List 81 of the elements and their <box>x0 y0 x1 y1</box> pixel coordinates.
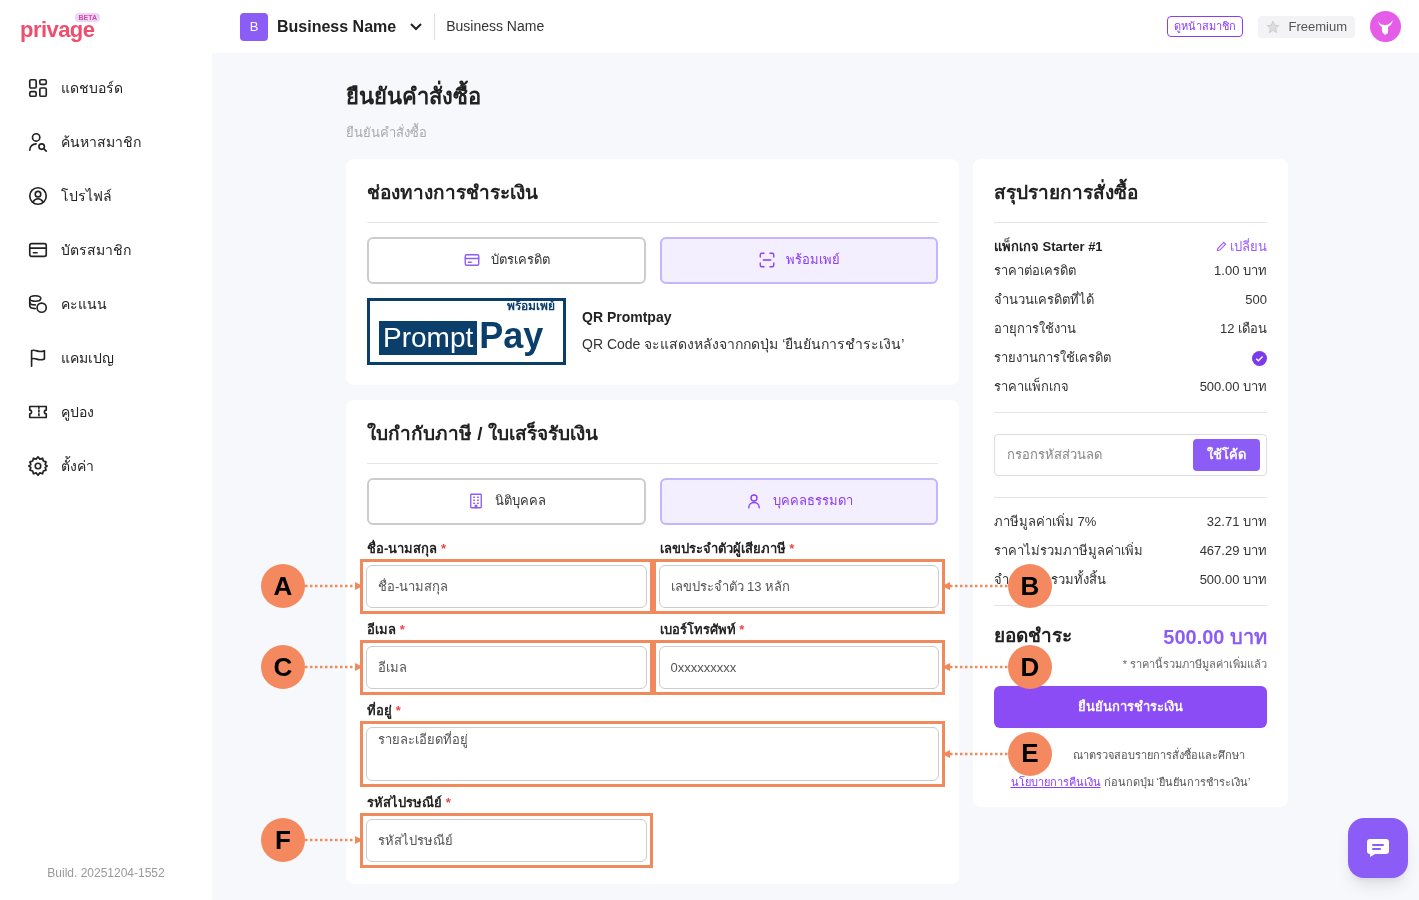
sidebar-item[interactable]: คูปอง <box>0 385 212 439</box>
vat-note: * ราคานี้รวมภาษีมูลค่าเพิ่มแล้ว <box>1122 655 1267 672</box>
refund-policy-note: นโยบายการคืนเงิน ก่อนกดปุ่ม ‘ยืนยันการชำระเงิน’ <box>1010 775 1251 791</box>
field-label: ที่อยู่ * <box>367 700 402 721</box>
summary-label: รวมทั้งสิ้น <box>1051 570 1106 590</box>
sidebar-item[interactable]: ค้นหาสมาชิก <box>0 115 212 169</box>
refund-policy-note: ณาตรวจสอบรายการสั่งซื้อและศึกษา <box>1072 746 1245 763</box>
sidebar-item[interactable]: โปรไฟล์ <box>0 169 212 223</box>
total-amount: 500.00 บาท <box>1163 624 1267 650</box>
field-label: ชื่อ-นามสกุล * <box>367 538 447 559</box>
gear-icon <box>27 455 49 477</box>
sidebar-item[interactable]: แดชบอร์ด <box>0 61 212 115</box>
summary-label: ราคาต่อเครดิต <box>994 262 1076 281</box>
summary-value: 12 เดือน <box>1219 320 1267 339</box>
coupon-field[interactable]: กรอกรหัสส่วนลด ใช้โค้ด <box>994 433 1267 476</box>
section-title: สรุปรายการสั่งซื้อ <box>994 178 1267 223</box>
sidebar-item[interactable]: ตั้งค่า <box>0 439 212 493</box>
coins-icon <box>27 293 49 315</box>
summary-label: ราคาแพ็กเกจ <box>994 377 1069 397</box>
breadcrumb: ยืนยันคำสั่งซื้อ <box>346 123 428 142</box>
check-icon <box>1252 350 1267 366</box>
card-icon <box>462 251 481 269</box>
option-tab[interactable]: พร้อมเพย์ <box>659 236 938 284</box>
annotation-badge: F <box>261 818 305 862</box>
annotation-badge: A <box>261 564 305 608</box>
member-page-button[interactable]: ดูหน้าสมาชิก <box>1167 16 1244 37</box>
profile-icon <box>27 185 49 207</box>
package-name: แพ็กเกจ Starter #1 <box>994 236 1103 256</box>
address-field[interactable]: รายละเอียดที่อยู่ <box>366 726 939 781</box>
payment-method-note: QR Code จะแสดงหลังจากกดปุ่ม ‘ยืนยันการชำระเงิน’ <box>582 335 905 355</box>
summary-label: อายุการใช้งาน <box>994 320 1076 339</box>
page-title: ยืนยันคำสั่งซื้อ <box>346 81 1419 113</box>
sidebar-item[interactable]: คะแนน <box>0 277 212 331</box>
star-icon <box>1266 19 1281 34</box>
summary-value: 500.00 บาท <box>1199 378 1267 397</box>
section-title: ใบกำกับภาษี / ใบเสร็จรับเงิน <box>367 419 938 464</box>
change-link[interactable]: เปลี่ยน <box>1216 236 1267 257</box>
option-tab[interactable]: บัตรเครดิต <box>367 236 646 284</box>
summary-label: จำ <box>994 571 1009 590</box>
user-search-icon <box>27 131 49 153</box>
sidebar-item[interactable]: บัตรสมาชิก <box>0 223 212 277</box>
input-field[interactable]: เลขประจำตัว 13 หลัก <box>658 564 939 608</box>
summary-label: รายงานการใช้เครดิต <box>994 349 1111 368</box>
input-field[interactable]: ชื่อ-นามสกุล <box>366 564 647 608</box>
section-title: ช่องทางการชำระเงิน <box>367 178 938 223</box>
input-field[interactable]: รหัสไปรษณีย์ <box>366 818 647 862</box>
summary-value: 500.00 บาท <box>1199 571 1267 590</box>
chat-button[interactable] <box>1348 818 1408 878</box>
dashboard-icon <box>27 77 49 99</box>
plan-name: Freemium <box>1288 17 1347 36</box>
promptpay-logo: พร้อมเพย์ Prompt Pay <box>367 297 566 365</box>
summary-value: 1.00 บาท <box>1214 262 1267 281</box>
summary-value: 32.71 บาท <box>1206 513 1267 532</box>
confirm-payment-button[interactable]: ยืนยันการชำระเงิน <box>994 686 1267 728</box>
summary-value: 467.29 บาท <box>1199 542 1267 561</box>
summary-label: ภาษีมูลค่าเพิ่ม 7% <box>994 512 1097 532</box>
field-label: รหัสไปรษณีย์ * <box>367 793 452 812</box>
business-subtitle: Business Name <box>446 17 545 36</box>
field-label: อีเมล * <box>367 620 406 639</box>
refund-policy-link[interactable]: นโยบายการคืนเงิน <box>1010 776 1101 788</box>
sidebar-item[interactable]: แคมเปญ <box>0 331 212 385</box>
payment-method-title: QR Promtpay <box>582 308 673 327</box>
annotation-badge: C <box>261 645 305 689</box>
user-avatar-icon[interactable] <box>1370 11 1401 42</box>
chevron-down-icon[interactable] <box>409 22 424 31</box>
apply-code-button[interactable]: ใช้โค้ด <box>1193 438 1260 471</box>
build-version: Build. 20251204-1552 <box>46 865 166 882</box>
option-tab[interactable]: บุคคลธรรมดา <box>659 477 938 525</box>
input-field[interactable]: 0xxxxxxxxx <box>658 645 939 689</box>
field-label: เบอร์โทรศัพท์ * <box>659 620 746 639</box>
business-avatar: B <box>240 12 268 41</box>
chat-icon <box>1366 838 1390 858</box>
input-field[interactable]: อีเมล <box>366 645 647 689</box>
summary-label: จำนวนเครดิตที่ได้ <box>994 290 1094 310</box>
summary-label: ราคาไม่รวมภาษีมูลค่าเพิ่ม <box>994 541 1143 561</box>
summary-value: 500 <box>1245 291 1267 310</box>
scan-icon <box>757 251 776 269</box>
pencil-icon <box>1216 241 1227 252</box>
option-tab[interactable]: นิติบุคคล <box>367 477 646 525</box>
field-label: เลขประจำตัวผู้เสียภาษี * <box>659 539 796 559</box>
business-name[interactable]: Business Name <box>277 14 397 39</box>
